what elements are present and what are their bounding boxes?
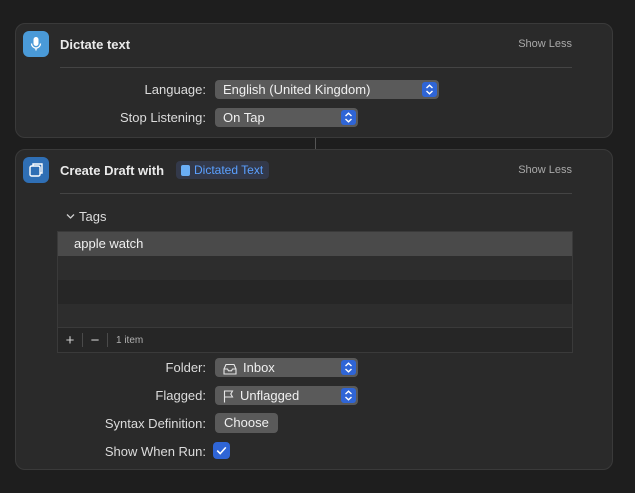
- action-title: Create Draft with: [60, 163, 165, 178]
- flagged-label: Flagged:: [155, 388, 206, 403]
- stepper-icon: [341, 360, 356, 375]
- choose-syntax-button[interactable]: Choose: [215, 413, 278, 433]
- stop-listening-label: Stop Listening:: [119, 110, 206, 125]
- action-connector: [315, 138, 316, 149]
- stepper-icon: [341, 110, 356, 125]
- tag-value: apple watch: [74, 236, 144, 251]
- show-when-run-checkbox[interactable]: [213, 442, 230, 459]
- flag-icon: [223, 390, 234, 403]
- microphone-icon: [23, 31, 49, 57]
- create-draft-action: Create Draft with Dictated Text Show Les…: [15, 149, 613, 470]
- drafts-app-icon: [23, 157, 49, 183]
- action-title: Dictate text: [60, 37, 131, 52]
- divider: [107, 333, 108, 347]
- tags-label: Tags: [79, 209, 107, 224]
- syntax-definition-label: Syntax Definition:: [104, 416, 206, 431]
- table-row-empty: [58, 256, 572, 280]
- show-less-button[interactable]: Show Less: [518, 38, 572, 50]
- inbox-tray-icon: [223, 363, 237, 375]
- folder-value: Inbox: [243, 360, 275, 375]
- language-popup[interactable]: English (United Kingdom): [215, 80, 439, 99]
- table-row-empty: [58, 280, 572, 304]
- stop-listening-value: On Tap: [223, 110, 265, 125]
- variable-label: Dictated Text: [194, 163, 264, 177]
- dictate-text-action: Dictate text Show Less Language: English…: [15, 23, 613, 138]
- folder-popup[interactable]: Inbox: [215, 358, 358, 377]
- language-label: Language:: [144, 82, 206, 97]
- table-row-empty: [58, 304, 572, 328]
- item-count: 1 item: [116, 334, 144, 346]
- language-value: English (United Kingdom): [223, 82, 371, 97]
- stepper-icon: [341, 388, 356, 403]
- header-divider: [60, 193, 572, 194]
- action-header: Create Draft with Dictated Text Show Les…: [16, 150, 612, 190]
- flagged-value: Unflagged: [240, 388, 300, 403]
- header-divider: [60, 67, 572, 68]
- dictated-text-variable[interactable]: Dictated Text: [176, 161, 270, 179]
- show-less-button[interactable]: Show Less: [518, 164, 572, 176]
- add-tag-button[interactable]: +: [58, 328, 82, 352]
- stop-listening-popup[interactable]: On Tap: [215, 108, 358, 127]
- action-header: Dictate text Show Less: [16, 24, 612, 64]
- remove-tag-button[interactable]: −: [83, 328, 107, 352]
- show-when-run-label: Show When Run:: [104, 444, 206, 459]
- stepper-icon: [422, 82, 437, 97]
- tags-disclosure[interactable]: Tags: [66, 209, 106, 224]
- checkmark-icon: [216, 446, 227, 455]
- table-footer: + − 1 item: [58, 327, 572, 352]
- variable-icon: [181, 164, 190, 176]
- flagged-popup[interactable]: Unflagged: [215, 386, 358, 405]
- chevron-down-icon: [66, 214, 75, 219]
- table-row[interactable]: apple watch: [58, 232, 572, 256]
- folder-label: Folder:: [165, 360, 206, 375]
- tags-table: apple watch + − 1 item: [57, 231, 573, 353]
